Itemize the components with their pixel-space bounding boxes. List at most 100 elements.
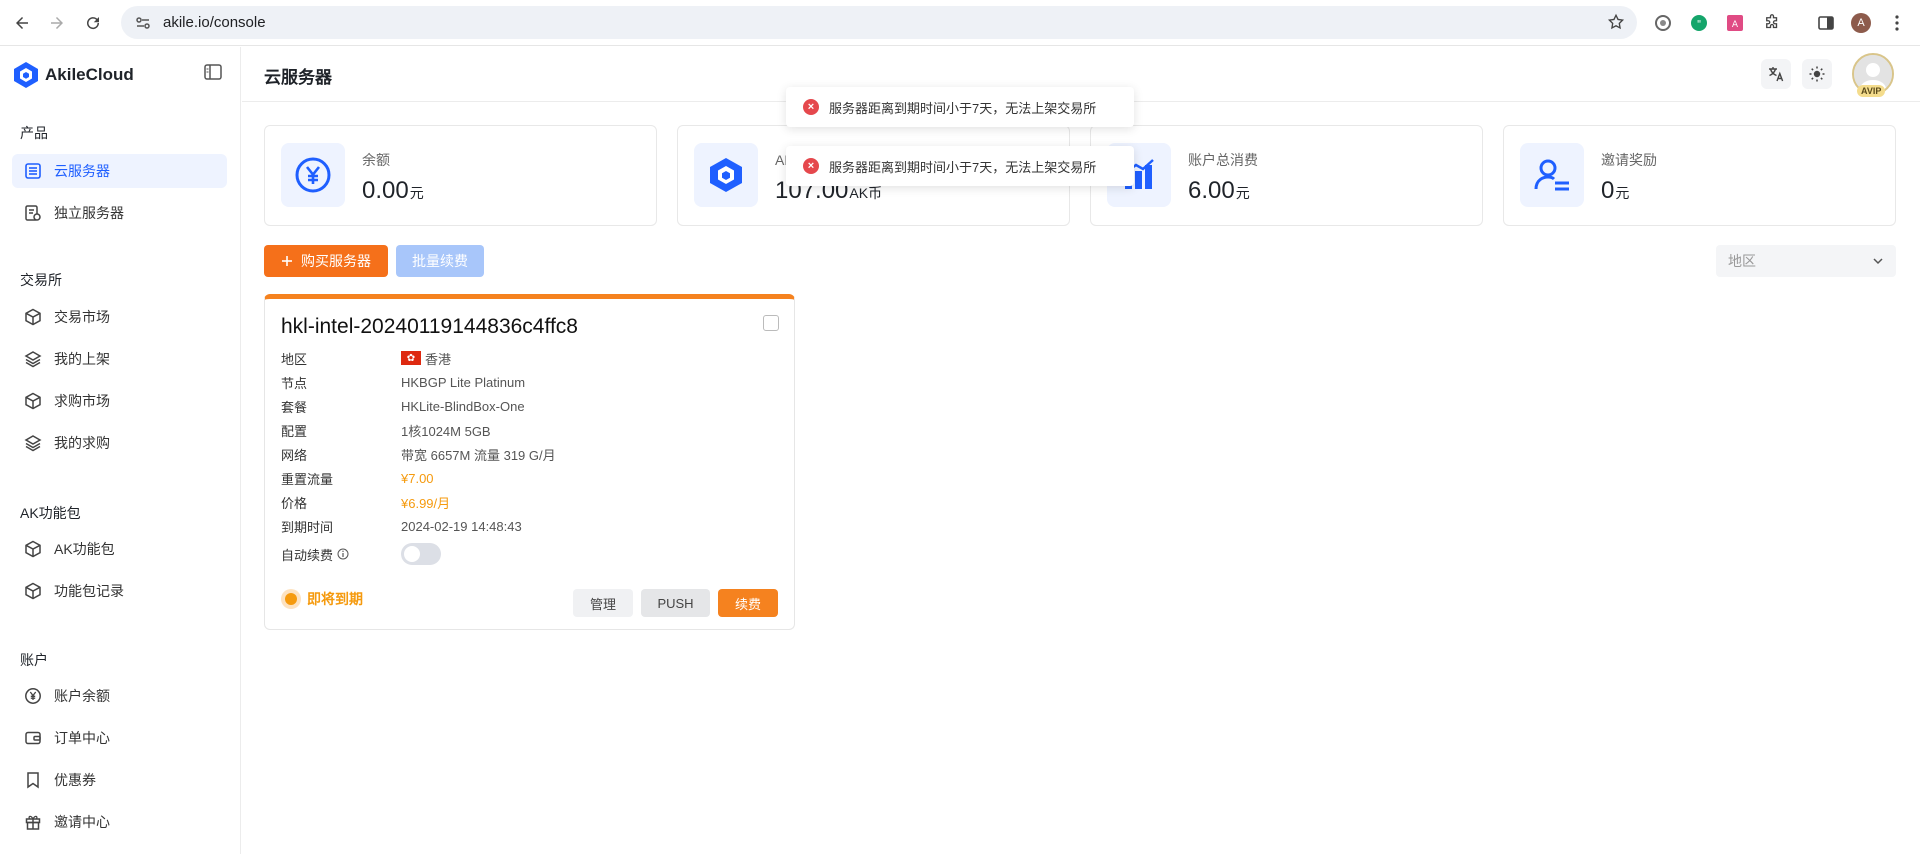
sidebar-item-label: 我的求购 <box>54 435 110 451</box>
stat-card-total-spend: 账户总消费 6.00元 <box>1090 125 1483 226</box>
server-row-plan: 套餐 HKLite-BlindBox-One <box>281 396 525 416</box>
side-panel-icon[interactable] <box>1815 12 1837 34</box>
row-key: 网络 <box>281 447 308 463</box>
sidebar-item-label: 优惠券 <box>54 772 96 788</box>
manage-button[interactable]: 管理 <box>573 589 633 617</box>
section-title-product: 产品 <box>20 125 48 141</box>
extension-translate-icon[interactable]: A <box>1724 12 1746 34</box>
sidebar-item-label: 交易市场 <box>54 309 110 325</box>
sidebar-item-label: 求购市场 <box>54 393 110 409</box>
extension-quote-icon[interactable]: " <box>1688 12 1710 34</box>
renew-button[interactable]: 续费 <box>718 589 778 617</box>
site-info-icon[interactable] <box>135 15 151 31</box>
server-row-region: 地区 ✿ 香港 <box>281 348 451 368</box>
error-icon: × <box>803 99 819 115</box>
stat-card-invite-reward: 邀请奖励 0元 <box>1503 125 1896 226</box>
region-value: 香港 <box>425 351 452 367</box>
auto-renew-label: 自动续费 <box>281 547 334 563</box>
back-icon[interactable] <box>8 9 36 37</box>
sidebar-item-buy-requests[interactable]: 求购市场 <box>12 384 227 418</box>
stat-card-balance: 余额 0.00元 <box>264 125 657 226</box>
row-key: 到期时间 <box>281 519 334 535</box>
section-title-account: 账户 <box>20 652 48 668</box>
page-title: 云服务器 <box>264 68 332 87</box>
sidebar-collapse-icon[interactable] <box>204 64 222 85</box>
sidebar-item-dedicated-server[interactable]: 独立服务器 <box>12 196 227 230</box>
extensions-puzzle-icon[interactable] <box>1761 12 1783 34</box>
reload-icon[interactable] <box>79 9 107 37</box>
sidebar-item-invite[interactable]: 邀请中心 <box>12 805 227 839</box>
info-icon[interactable] <box>337 548 349 560</box>
server-row-expiry: 到期时间 2024-02-19 14:48:43 <box>281 516 522 536</box>
stat-value: 0.00元 <box>362 177 424 205</box>
yen-coin-icon <box>25 688 41 704</box>
sidebar-item-label: AK功能包 <box>54 541 115 557</box>
extension-record-icon[interactable] <box>1652 12 1674 34</box>
sidebar-item-label: 云服务器 <box>54 163 110 179</box>
browser-menu-icon[interactable] <box>1886 12 1908 34</box>
row-key: 重置流量 <box>281 471 334 487</box>
sidebar-item-ak-pack[interactable]: AK功能包 <box>12 532 227 566</box>
row-key: 价格 <box>281 495 308 511</box>
forward-icon[interactable] <box>43 9 71 37</box>
section-title-ak-pack: AK功能包 <box>20 505 81 521</box>
theme-toggle-sun-icon[interactable] <box>1802 59 1832 89</box>
push-button[interactable]: PUSH <box>641 589 710 617</box>
brand-logo[interactable]: AkileCloud <box>13 61 134 89</box>
stat-unit: 元 <box>409 185 424 201</box>
sidebar-item-label: 独立服务器 <box>54 205 124 221</box>
akile-logo-icon <box>14 62 38 88</box>
cube-icon <box>25 582 41 600</box>
cube-icon <box>25 308 41 326</box>
row-value: HKBGP Lite Platinum <box>401 374 526 390</box>
sidebar-item-orders[interactable]: 订单中心 <box>12 721 227 755</box>
row-value: 2024-02-19 14:48:43 <box>401 518 522 534</box>
server-select-checkbox[interactable] <box>763 315 779 331</box>
stat-unit: 元 <box>1615 185 1630 201</box>
bookmark-star-icon[interactable] <box>1607 13 1625 36</box>
stat-unit: AK币 <box>849 185 883 201</box>
svg-text:A: A <box>1732 20 1739 30</box>
row-value: ¥7.00 <box>401 470 434 486</box>
url-text[interactable]: akile.io/console <box>163 14 266 31</box>
sidebar-item-my-listings[interactable]: 我的上架 <box>12 342 227 376</box>
section-title-exchange: 交易所 <box>20 272 62 288</box>
yen-icon <box>281 143 345 207</box>
brand-name: AkileCloud <box>45 65 134 84</box>
buy-server-button[interactable]: 购买服务器 <box>264 245 388 277</box>
sidebar-item-label: 我的上架 <box>54 351 110 367</box>
dedicated-server-icon <box>25 205 41 221</box>
chevron-down-icon <box>1872 254 1884 270</box>
row-value: ✿ 香港 <box>401 349 451 368</box>
region-select[interactable]: 地区 <box>1716 245 1896 277</box>
sidebar-item-my-requests[interactable]: 我的求购 <box>12 426 227 460</box>
sidebar-item-balance[interactable]: 账户余额 <box>12 679 227 713</box>
sidebar-item-trade-market[interactable]: 交易市场 <box>12 300 227 334</box>
error-toast: × 服务器距离到期时间小于7天，无法上架交易所 <box>786 146 1134 186</box>
sidebar-item-coupons[interactable]: 优惠券 <box>12 763 227 797</box>
address-bar[interactable]: akile.io/console <box>121 6 1637 39</box>
stat-label: 邀请奖励 <box>1601 152 1657 168</box>
server-row-network: 网络 带宽 6657M 流量 319 G/月 <box>281 444 556 464</box>
status-dot-icon <box>281 589 301 609</box>
stat-value: 6.00元 <box>1188 177 1250 205</box>
stat-number: 0 <box>1601 177 1615 204</box>
stat-label: 账户总消费 <box>1188 152 1258 168</box>
error-toast: × 服务器距离到期时间小于7天，无法上架交易所 <box>786 87 1134 127</box>
profile-avatar[interactable]: A <box>1850 12 1872 34</box>
toast-message: 服务器距离到期时间小于7天，无法上架交易所 <box>829 159 1097 175</box>
toast-message: 服务器距离到期时间小于7天，无法上架交易所 <box>829 100 1097 116</box>
server-name: hkl-intel-20240119144836c4ffc8 <box>281 315 578 338</box>
sidebar-item-label: 订单中心 <box>54 730 110 746</box>
row-key: 自动续费 <box>281 545 401 564</box>
stat-label: 余额 <box>362 152 390 168</box>
row-key: 节点 <box>281 375 308 391</box>
language-toggle-icon[interactable] <box>1761 59 1791 89</box>
server-row-reset-traffic: 重置流量 ¥7.00 <box>281 468 434 488</box>
user-list-icon <box>1520 143 1584 207</box>
sidebar-item-label: 账户余额 <box>54 688 110 704</box>
auto-renew-toggle[interactable] <box>401 543 441 565</box>
sidebar-item-pack-records[interactable]: 功能包记录 <box>12 574 227 608</box>
sidebar-item-cloud-server[interactable]: 云服务器 <box>12 154 227 188</box>
batch-renew-button[interactable]: 批量续费 <box>396 245 484 277</box>
